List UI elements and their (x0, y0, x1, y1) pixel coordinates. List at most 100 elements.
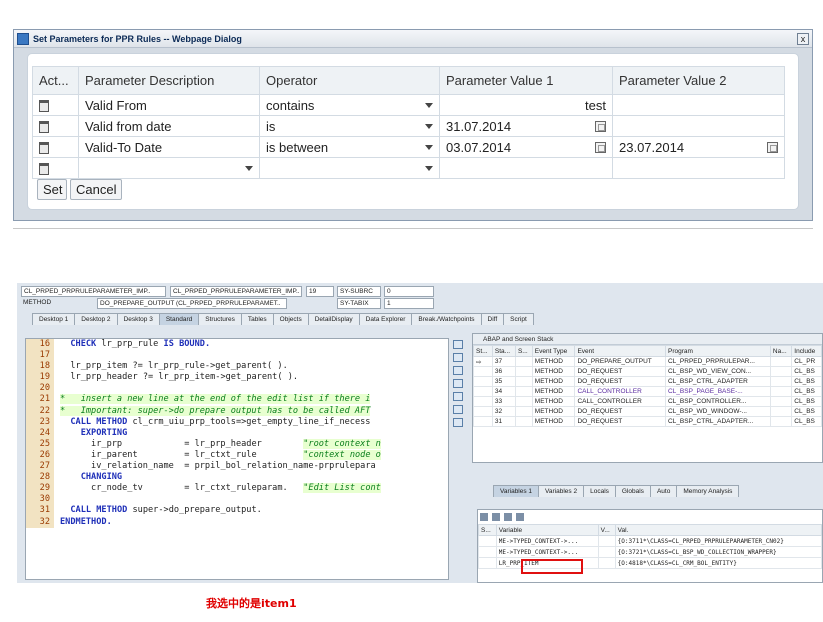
code-line[interactable]: 25 ir_prp = lr_prp_header "root context … (26, 438, 446, 450)
stack-column-header[interactable]: Include (791, 345, 822, 357)
chevron-down-icon[interactable] (245, 166, 253, 171)
tab-script[interactable]: Script (503, 313, 534, 325)
line-number[interactable]: 30 (26, 494, 54, 506)
code-line[interactable]: 23 CALL METHOD cl_crm_uiu_prp_tools=>get… (26, 416, 446, 428)
code-line[interactable]: 30 (26, 494, 446, 506)
calendar-icon[interactable] (595, 121, 606, 132)
tab-data-explorer[interactable]: Data Explorer (358, 313, 413, 325)
filter-icon[interactable] (480, 513, 488, 521)
line-number[interactable]: 32 (26, 516, 54, 528)
code-line[interactable]: 26 ir_parent = lr_ctxt_rule "context nod… (26, 449, 446, 462)
code-line[interactable]: 31 CALL METHOD super->do_prepare_output. (26, 505, 446, 517)
tab-standard[interactable]: Standard (158, 313, 200, 325)
sort-icon[interactable] (492, 513, 500, 521)
code-line[interactable]: 32 ENDMETHOD. (26, 516, 446, 528)
vars-column-header[interactable]: S... (478, 524, 497, 536)
tab-desktop-3[interactable]: Desktop 3 (116, 313, 160, 325)
vars-row[interactable]: ME->TYPED_CONTEXT->... {O:3711*\CLASS=CL_… (478, 535, 823, 547)
col-description[interactable]: Parameter Description (78, 66, 260, 95)
chevron-down-icon[interactable] (425, 124, 433, 129)
value2-input[interactable] (612, 157, 785, 179)
stack-column-header[interactable]: St... (473, 345, 493, 357)
vars-column-header[interactable]: Variable (495, 524, 599, 536)
code-line[interactable]: 22 * Important: super->do prepare output … (26, 405, 446, 417)
tab-structures[interactable]: Structures (198, 313, 242, 325)
tree-icon[interactable] (453, 366, 463, 375)
delete-icon[interactable] (39, 142, 49, 155)
set-button[interactable]: Set (37, 179, 67, 200)
tab-objects[interactable]: Objects (272, 313, 309, 325)
calendar-icon[interactable] (767, 142, 778, 153)
vars-column-header[interactable]: Val. (614, 524, 823, 536)
line-number[interactable]: 25 (26, 438, 54, 450)
close-button[interactable]: x (797, 33, 809, 45)
stack-column-header[interactable]: Na... (769, 345, 793, 357)
stack-row[interactable]: 36 METHOD DO_REQUEST CL_BSP_WD_VIEW_CON... C… (473, 366, 822, 377)
value2-input[interactable] (612, 94, 785, 116)
line-number[interactable]: 17 (26, 350, 54, 362)
description-select[interactable] (78, 157, 260, 179)
code-line[interactable]: 29 cr_node_tv = lr_ctxt_ruleparam. "Edit… (26, 483, 446, 495)
stack-column-header[interactable]: Event (574, 345, 666, 357)
line-number[interactable]: 20 (26, 383, 54, 395)
line-number[interactable]: 24 (26, 427, 54, 439)
line-number[interactable]: 31 (26, 505, 54, 517)
maximize-icon[interactable] (453, 340, 463, 349)
tab-auto[interactable]: Auto (649, 485, 678, 497)
line-number[interactable]: 21 (26, 394, 54, 406)
delete-icon[interactable] (39, 121, 49, 134)
vars-column-header[interactable]: V... (597, 524, 616, 536)
export-icon[interactable] (504, 513, 512, 521)
stack-column-header[interactable]: Event Type (531, 345, 576, 357)
tab-detail-display[interactable]: DetailDisplay (307, 313, 360, 325)
line-number[interactable]: 29 (26, 483, 54, 495)
col-value1[interactable]: Parameter Value 1 (439, 66, 613, 95)
tab-globals[interactable]: Globals (614, 485, 651, 497)
delete-icon[interactable] (39, 163, 49, 176)
chevron-down-icon[interactable] (425, 103, 433, 108)
source-code-pane[interactable]: 16 CHECK lr_prp_rule IS BOUND. 17 18 lr_pr… (25, 338, 449, 610)
col-action[interactable]: Act... (32, 66, 79, 95)
tab-tables[interactable]: Tables (240, 313, 274, 325)
tab-variables-1[interactable]: Variables 1 (493, 485, 540, 497)
value1-input[interactable]: 31.07.2014 (439, 115, 613, 137)
settings-icon[interactable] (453, 418, 463, 427)
line-number[interactable]: 19 (26, 372, 54, 384)
calendar-icon[interactable] (595, 142, 606, 153)
line-number[interactable]: 26 (26, 449, 54, 462)
operator-select[interactable]: is between (259, 136, 440, 158)
code-line[interactable]: 27 iv_relation_name = prpil_bol_relation… (26, 461, 446, 473)
line-number[interactable]: 16 (26, 339, 54, 351)
line-number[interactable]: 27 (26, 461, 54, 473)
chevron-down-icon[interactable] (425, 145, 433, 150)
vars-row[interactable]: ME->TYPED_CONTEXT->... {O:3721*\CLASS=CL_… (478, 546, 823, 558)
navigate-icon[interactable] (453, 353, 463, 362)
stack-row[interactable]: 33 METHOD CALL_CONTROLLER CL_BSP_CONTROLLER… (473, 396, 822, 407)
value1-input[interactable]: test (439, 94, 613, 116)
tab-locals[interactable]: Locals (583, 485, 616, 497)
list-icon[interactable] (453, 392, 463, 401)
code-line[interactable]: 18 lr_prp_item ?= lr_prp_rule->get_paren… (26, 361, 446, 373)
line-number[interactable]: 18 (26, 361, 54, 373)
code-line[interactable]: 17 (26, 350, 446, 362)
line-number[interactable]: 28 (26, 472, 54, 484)
home-icon[interactable] (453, 405, 463, 414)
code-line[interactable]: 19 lr_prp_header ?= lr_prp_item->get_par… (26, 372, 446, 384)
code-line[interactable]: 20 (26, 383, 446, 395)
code-line[interactable]: 24 EXPORTING (26, 427, 446, 439)
col-value2[interactable]: Parameter Value 2 (612, 66, 785, 95)
stack-row[interactable]: 31 METHOD DO_REQUEST CL_BSP_CTRL_ADAPTER...… (473, 416, 822, 427)
col-operator[interactable]: Operator (259, 66, 440, 95)
tab-variables-2[interactable]: Variables 2 (538, 485, 585, 497)
code-line[interactable]: 16 CHECK lr_prp_rule IS BOUND. (26, 339, 446, 351)
refresh-icon[interactable] (516, 513, 524, 521)
value2-input[interactable]: 23.07.2014 (612, 136, 785, 158)
stack-column-header[interactable]: S... (514, 345, 533, 357)
line-number[interactable]: 22 (26, 405, 54, 417)
operator-select[interactable]: is (259, 115, 440, 137)
value2-input[interactable] (612, 115, 785, 137)
tab-memory-analysis[interactable]: Memory Analysis (676, 485, 740, 497)
stack-row[interactable]: 35 METHOD DO_REQUEST CL_BSP_CTRL_ADAPTER CL_… (473, 376, 822, 387)
cancel-button[interactable]: Cancel (70, 179, 122, 200)
delete-icon[interactable] (39, 100, 49, 113)
